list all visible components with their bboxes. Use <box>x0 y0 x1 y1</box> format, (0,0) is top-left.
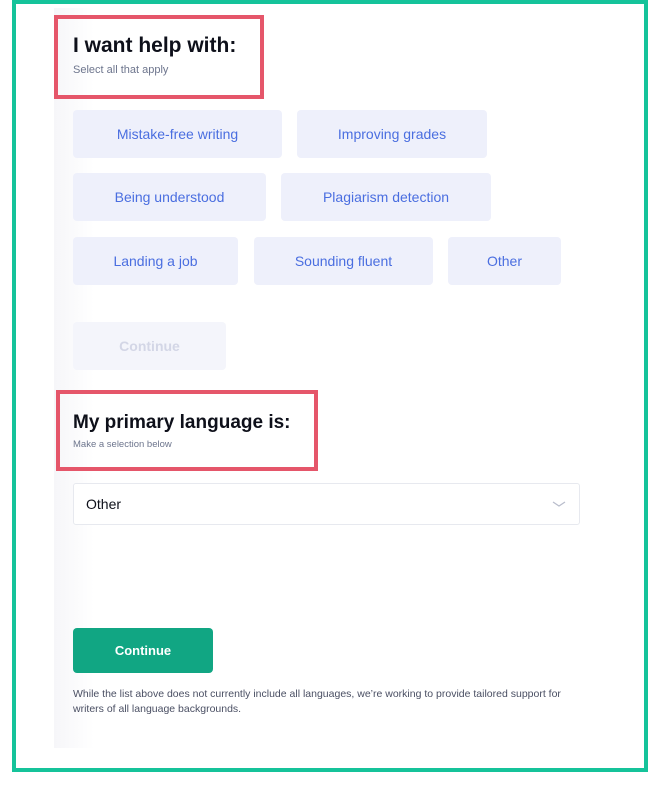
option-landing-a-job[interactable]: Landing a job <box>73 237 238 285</box>
chevron-down-icon <box>551 496 567 512</box>
option-plagiarism-detection[interactable]: Plagiarism detection <box>281 173 491 221</box>
language-select-value: Other <box>86 496 122 512</box>
help-heading: I want help with: <box>73 34 237 57</box>
option-other[interactable]: Other <box>448 237 561 285</box>
option-sounding-fluent[interactable]: Sounding fluent <box>254 237 433 285</box>
option-being-understood[interactable]: Being understood <box>73 173 266 221</box>
help-subheading: Select all that apply <box>73 64 169 76</box>
option-mistake-free-writing[interactable]: Mistake-free writing <box>73 110 282 158</box>
language-heading: My primary language is: <box>73 412 291 433</box>
language-continue-button[interactable]: Continue <box>73 628 213 673</box>
language-select[interactable]: Other <box>73 483 580 525</box>
language-note: While the list above does not currently … <box>73 688 561 715</box>
help-continue-button[interactable]: Continue <box>73 322 226 370</box>
option-improving-grades[interactable]: Improving grades <box>297 110 487 158</box>
language-subheading: Make a selection below <box>73 439 172 450</box>
